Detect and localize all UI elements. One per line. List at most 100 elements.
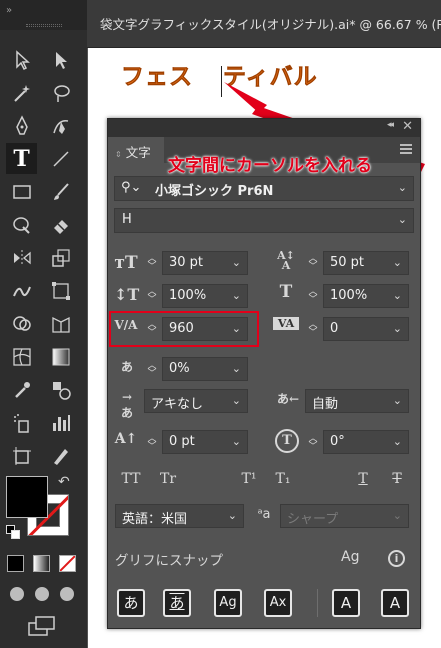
draw-normal-icon[interactable]: [8, 585, 26, 603]
column-graph-tool-icon[interactable]: [47, 409, 75, 437]
tsume-field[interactable]: 0% ⌄: [162, 357, 248, 381]
shaper-tool-icon[interactable]: [8, 211, 36, 239]
direct-selection-tool-icon[interactable]: [47, 46, 75, 74]
chevron-down-icon[interactable]: ⌄: [393, 289, 402, 302]
chevron-down-icon[interactable]: ⌄: [393, 509, 402, 522]
leading-icon: A↕ A: [277, 249, 295, 272]
chevron-down-icon[interactable]: ⌄: [393, 435, 402, 448]
chevron-down-icon[interactable]: ⌄: [228, 509, 237, 522]
leading-field[interactable]: 50 pt ⌄: [323, 251, 409, 275]
vertical-scale-field[interactable]: 100% ⌄: [162, 284, 248, 308]
draw-behind-icon[interactable]: [33, 585, 51, 603]
type-tool-icon[interactable]: T: [6, 143, 37, 174]
chevron-down-icon[interactable]: ⌄: [393, 256, 402, 269]
baseline-shift-stepper[interactable]: ︿ ﹀: [146, 435, 158, 452]
color-mode-icon[interactable]: [7, 555, 24, 572]
vertical-scale-stepper[interactable]: ︿ ﹀: [146, 288, 158, 305]
panel-menu-icon[interactable]: [400, 144, 412, 154]
aki-before-dropdown[interactable]: アキなし ⌄: [144, 389, 248, 413]
mesh-tool-icon[interactable]: [8, 343, 36, 371]
rectangle-tool-icon[interactable]: [8, 178, 36, 206]
aki-after-dropdown[interactable]: 自動 ⌄: [305, 389, 409, 413]
eraser-tool-icon[interactable]: [47, 211, 75, 239]
gradient-tool-icon[interactable]: [47, 343, 75, 371]
strikethrough-button[interactable]: T: [384, 471, 410, 487]
glyph-icon[interactable]: Ag: [341, 549, 359, 565]
snap-glyph-bounds-button[interactable]: Ax: [264, 589, 292, 617]
collapse-icon[interactable]: »: [6, 5, 12, 16]
horizontal-scale-field[interactable]: 100% ⌄: [323, 284, 409, 308]
underline-button[interactable]: T: [350, 471, 376, 487]
font-search-icon[interactable]: ⚲⌄: [121, 180, 141, 195]
info-icon[interactable]: i: [388, 550, 405, 567]
tsume-stepper[interactable]: ︿ ﹀: [146, 362, 158, 379]
symbol-sprayer-tool-icon[interactable]: [8, 409, 36, 437]
small-caps-button[interactable]: Tr: [155, 471, 181, 487]
scale-tool-icon[interactable]: [47, 244, 75, 272]
line-segment-tool-icon[interactable]: [47, 145, 75, 173]
all-caps-button[interactable]: TT: [118, 471, 144, 487]
font-size-field[interactable]: 30 pt ⌄: [162, 251, 248, 275]
anti-alias-dropdown[interactable]: シャープ ⌄: [280, 504, 409, 528]
chevron-down-icon[interactable]: ⌄: [398, 181, 407, 194]
font-family-dropdown[interactable]: ⚲⌄ 小塚ゴシック Pr6N ⌄: [114, 176, 414, 201]
snap-baseline-button[interactable]: あ: [117, 589, 145, 617]
rotation-field[interactable]: 0° ⌄: [323, 430, 409, 454]
collapse-panel-icon[interactable]: ◂◂: [387, 120, 394, 130]
draw-inside-icon[interactable]: [58, 585, 76, 603]
chevron-down-icon[interactable]: ⌄: [232, 256, 241, 269]
language-dropdown[interactable]: 英語：米国 ⌄: [115, 504, 244, 528]
width-tool-icon[interactable]: [8, 277, 36, 305]
font-style-value: H: [122, 212, 132, 227]
snap-em-box-button[interactable]: あ: [163, 589, 191, 617]
tracking-stepper[interactable]: ︿ ﹀: [307, 321, 319, 338]
close-panel-icon[interactable]: ✕: [402, 119, 413, 134]
superscript-button[interactable]: T¹: [236, 471, 262, 487]
horizontal-scale-stepper[interactable]: ︿ ﹀: [307, 288, 319, 305]
grip-icon[interactable]: [26, 24, 62, 27]
pen-tool-icon[interactable]: [8, 112, 36, 140]
subscript-button[interactable]: T₁: [270, 471, 296, 487]
none-mode-icon[interactable]: [59, 555, 76, 572]
default-stroke-square: [11, 530, 20, 539]
curvature-tool-icon[interactable]: [47, 112, 75, 140]
rotation-stepper[interactable]: ︿ ﹀: [307, 435, 319, 452]
paintbrush-tool-icon[interactable]: [47, 178, 75, 206]
eyedropper-tool-icon[interactable]: [8, 376, 36, 404]
tab-expand-icon[interactable]: ⇕: [115, 150, 122, 159]
tab-character[interactable]: ⇕ 文字: [108, 137, 164, 163]
snap-x-height-button[interactable]: Ag: [214, 589, 242, 617]
chevron-down-icon[interactable]: ⌄: [232, 394, 241, 407]
snap-proximity-button[interactable]: A: [332, 589, 360, 617]
free-transform-tool-icon[interactable]: [47, 277, 75, 305]
chevron-down-icon[interactable]: ⌄: [232, 435, 241, 448]
shape-builder-tool-icon[interactable]: [8, 310, 36, 338]
perspective-grid-tool-icon[interactable]: [47, 310, 75, 338]
gradient-mode-icon[interactable]: [33, 555, 50, 572]
magic-wand-tool-icon[interactable]: [8, 79, 36, 107]
leading-stepper[interactable]: ︿ ﹀: [307, 255, 319, 272]
artboard-tool-icon[interactable]: [8, 442, 36, 470]
document-tab-title[interactable]: 袋文字グラフィックスタイル(オリジナル).ai* @ 66.67 % (RGB/…: [100, 14, 441, 33]
chevron-down-icon[interactable]: ⌄: [398, 213, 407, 226]
chevron-down-icon[interactable]: ⌄: [393, 394, 402, 407]
font-style-dropdown[interactable]: H ⌄: [114, 208, 414, 233]
chevron-down-icon[interactable]: ⌄: [393, 322, 402, 335]
chevron-down-icon[interactable]: ⌄: [232, 289, 241, 302]
swap-colors-icon[interactable]: ↶: [58, 474, 70, 490]
tracking-field[interactable]: 0 ⌄: [323, 317, 409, 341]
default-colors-icon[interactable]: [6, 525, 20, 539]
baseline-shift-field[interactable]: 0 pt ⌄: [162, 430, 248, 454]
snap-angular-button[interactable]: A: [381, 589, 409, 617]
slice-tool-icon[interactable]: [47, 442, 75, 470]
selection-tool-icon[interactable]: [8, 46, 36, 74]
fill-color-swatch[interactable]: [6, 476, 48, 518]
screen-mode-icon[interactable]: [27, 615, 57, 637]
chevron-down-icon[interactable]: ⌄: [232, 362, 241, 375]
lasso-tool-icon[interactable]: [47, 79, 75, 107]
anti-alias-value: シャープ: [287, 512, 339, 527]
font-size-stepper[interactable]: ︿ ﹀: [146, 255, 158, 272]
reflect-tool-icon[interactable]: [8, 244, 36, 272]
blend-tool-icon[interactable]: [47, 376, 75, 404]
panel-titlebar[interactable]: ◂◂ ✕: [108, 119, 420, 137]
